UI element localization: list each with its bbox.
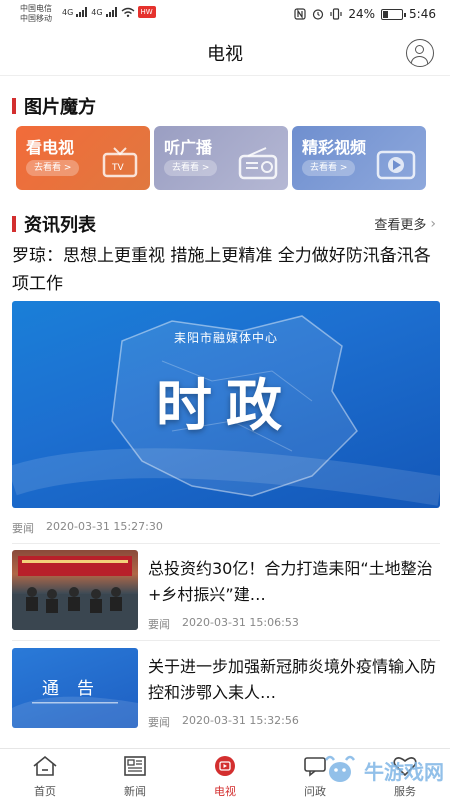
user-profile-icon[interactable] (406, 39, 434, 67)
video-play-icon (376, 150, 416, 180)
network-indicators: 4G 4G HW (62, 6, 156, 18)
featured-news-image[interactable]: 耒阳市融媒体中心 时政 (12, 301, 440, 508)
news-thumbnail: 通告 (12, 648, 138, 728)
svg-text:TV: TV (111, 163, 124, 173)
hero-headline-text: 时政 (156, 374, 296, 439)
hero-caption: 耒阳市融媒体中心 (173, 331, 278, 345)
news-tag: 要闻 (148, 716, 170, 729)
view-more-link[interactable]: 查看更多 › (374, 214, 436, 234)
app-badge-icon: HW (137, 6, 156, 18)
carrier-2: 中国移动 (20, 14, 52, 23)
battery-icon (381, 8, 407, 20)
watermark-text: 牛游戏网 (364, 759, 444, 784)
status-bar: 中国电信 中国移动 4G 4G HW 24% 5:46 (0, 0, 450, 30)
carrier-1: 中国电信 (20, 4, 52, 13)
card-title: 精彩视频 (302, 138, 367, 157)
news-item-title: 关于进一步加强新冠肺炎境外疫情输入防控和涉鄂入耒人… (148, 657, 437, 702)
news-time: 2020-03-31 15:32:56 (182, 714, 299, 727)
nav-home[interactable]: 首页 (0, 749, 90, 800)
news-tag: 要闻 (12, 522, 34, 535)
picture-cube-heading: 图片魔方 (12, 94, 96, 118)
battery-percent: 24% (348, 7, 376, 21)
news-list-item[interactable]: 总投资约30亿！合力打造耒阳“土地整治+乡村振兴”建… 要闻 2020-03-3… (12, 550, 440, 632)
news-time: 2020-03-31 15:27:30 (46, 520, 163, 533)
card-go-link: 去看看 > (302, 160, 356, 176)
home-icon (33, 755, 57, 776)
card-go-link: 去看看 > (164, 160, 218, 176)
nav-label: 首页 (34, 785, 56, 798)
chevron-right-icon: › (430, 215, 436, 232)
clock: 5:46 (409, 7, 436, 21)
signal-icon (76, 7, 88, 17)
radio-icon (238, 147, 278, 180)
news-item-meta: 要闻 2020-03-31 15:06:53 (148, 616, 299, 632)
nav-label: 电视 (214, 785, 236, 798)
card-title: 听广播 (164, 138, 213, 157)
carrier-info: 中国电信 中国移动 (20, 4, 52, 24)
tv-play-icon (215, 756, 235, 776)
section-marker (12, 216, 16, 232)
featured-video-card[interactable]: 精彩视频 去看看 > (292, 126, 426, 190)
section-marker (12, 98, 16, 114)
wifi-icon (121, 7, 135, 17)
status-right: 24% 5:46 (294, 7, 436, 21)
alarm-icon (313, 9, 324, 20)
nav-tv[interactable]: 电视 (180, 749, 270, 800)
nav-news[interactable]: 新闻 (90, 749, 180, 800)
news-thumbnail (12, 550, 138, 630)
divider (12, 543, 440, 544)
nav-label: 新闻 (124, 785, 146, 798)
page-title: 电视 (207, 44, 243, 65)
card-title: 看电视 (26, 138, 75, 157)
watermark: 牛游戏网 (320, 752, 444, 788)
notice-text: 通告 (42, 679, 112, 699)
news-list-heading: 资讯列表 (12, 212, 96, 236)
tv-icon: TV (102, 147, 138, 178)
vibrate-icon (330, 8, 342, 20)
watch-tv-card[interactable]: 看电视 去看看 > TV (16, 126, 150, 190)
news-time: 2020-03-31 15:06:53 (182, 616, 299, 629)
news-item-meta: 要闻 2020-03-31 15:32:56 (148, 714, 299, 730)
card-go-link: 去看看 > (26, 160, 80, 176)
section-title: 图片魔方 (24, 97, 96, 118)
meeting-photo-graphic (12, 556, 138, 630)
divider (12, 640, 440, 641)
bull-logo-icon (324, 755, 356, 782)
listen-radio-card[interactable]: 听广播 去看看 > (154, 126, 288, 190)
app-header: 电视 (0, 30, 450, 76)
signal-icon-2 (105, 7, 118, 17)
picture-cube-cards: 看电视 去看看 > TV 听广播 去看看 > 精彩视频 去看看 > (16, 126, 426, 190)
nfc-icon (294, 8, 306, 20)
news-tag: 要闻 (148, 618, 170, 631)
network-type-2: 4G (91, 7, 103, 17)
news-list-item[interactable]: 通告 关于进一步加强新冠肺炎境外疫情输入防控和涉鄂入耒人… 要闻 2020-03… (12, 648, 440, 730)
news-icon (124, 756, 146, 776)
news-item-title: 总投资约30亿！合力打造耒阳“土地整治+乡村振兴”建… (148, 559, 433, 604)
view-more-label: 查看更多 (374, 218, 427, 233)
network-type-1: 4G (62, 7, 74, 17)
featured-news-title[interactable]: 罗琼：思想上更重视 措施上更精准 全力做好防汛备汛各项工作 (12, 242, 436, 298)
section-title: 资讯列表 (24, 215, 96, 236)
featured-news-meta: 要闻 2020-03-31 15:27:30 (12, 520, 163, 536)
